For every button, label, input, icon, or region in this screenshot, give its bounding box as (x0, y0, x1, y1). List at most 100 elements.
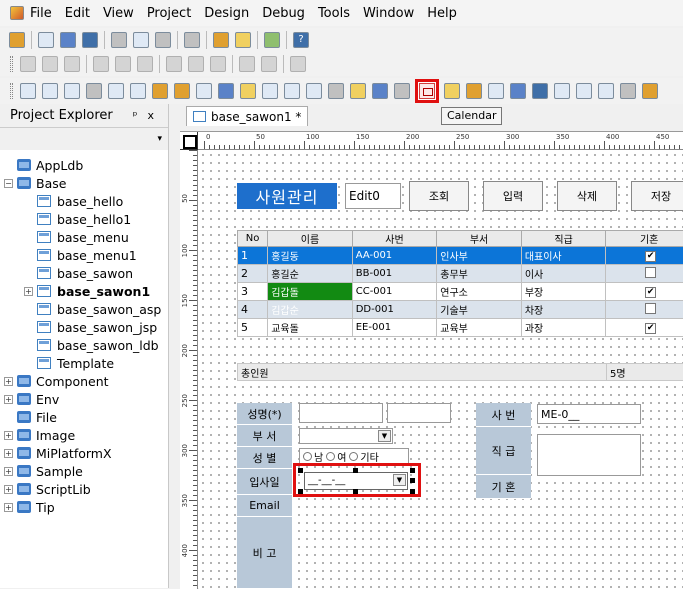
pin-icon[interactable]: ᵖ (133, 109, 138, 122)
cell-name[interactable]: 홍길동 (268, 247, 353, 265)
save-all-icon[interactable] (82, 32, 98, 48)
list-icon[interactable] (262, 83, 278, 99)
align-middle-icon[interactable] (115, 56, 131, 72)
cell-dept[interactable]: 교육부 (437, 319, 522, 337)
expand-icon[interactable]: + (4, 377, 13, 386)
chevron-down-icon[interactable]: ▼ (378, 430, 391, 442)
menu-debug[interactable]: Debug (262, 6, 305, 21)
collapse-icon[interactable]: − (4, 179, 13, 188)
image-icon[interactable] (152, 83, 168, 99)
mask-edit-icon[interactable] (64, 83, 80, 99)
married-checkbox[interactable] (645, 303, 656, 314)
resize-handle[interactable] (410, 478, 415, 483)
shape-icon[interactable] (86, 83, 102, 99)
tab-base-sawon1[interactable]: base_sawon1 * (186, 106, 308, 126)
tree-item[interactable]: base_sawon_ldb (0, 336, 168, 354)
cell-rank[interactable]: 차장 (521, 301, 606, 319)
resize-handle[interactable] (298, 468, 303, 473)
emp-no-input[interactable]: ME-0__ (537, 404, 641, 424)
tree-item[interactable]: +base_sawon1 (0, 282, 168, 300)
cell-id[interactable]: BB-001 (352, 265, 437, 283)
married-checkbox[interactable]: ✔ (645, 287, 656, 298)
table-row[interactable]: 1홍길동AA-001인사부대표이사✔ (238, 247, 683, 265)
tools-icon[interactable] (264, 32, 280, 48)
new-file-icon[interactable] (38, 32, 54, 48)
table-row[interactable]: 2홍길순BB-001총무부이사 (238, 265, 683, 283)
cell-no[interactable]: 2 (238, 265, 268, 283)
align-right-icon[interactable] (64, 56, 80, 72)
dept-combo[interactable]: ▼ (299, 428, 393, 444)
run-icon[interactable] (213, 32, 229, 48)
cell-rank[interactable]: 과장 (521, 319, 606, 337)
cell-dept[interactable]: 인사부 (437, 247, 522, 265)
cell-id[interactable]: AA-001 (352, 247, 437, 265)
expand-icon[interactable]: + (4, 395, 13, 404)
table-row[interactable]: 5교육돌EE-001교육부과장✔ (238, 319, 683, 337)
radio-female[interactable] (326, 452, 335, 461)
radio-icon[interactable] (284, 83, 300, 99)
tree-item[interactable]: +Sample (0, 462, 168, 480)
menu-view[interactable]: View (103, 6, 134, 21)
name-input-2[interactable] (387, 403, 451, 423)
menu-design[interactable]: Design (204, 6, 249, 21)
treeview-icon[interactable] (466, 83, 482, 99)
header-no[interactable]: No (238, 231, 268, 247)
tree-item[interactable]: +MiPlatformX (0, 444, 168, 462)
cell-dept[interactable]: 연구소 (437, 283, 522, 301)
paint-icon[interactable] (620, 83, 636, 99)
tree-item[interactable]: AppLdb (0, 156, 168, 174)
search-button[interactable]: 조회 (409, 181, 469, 211)
toolbar-grip[interactable] (10, 83, 13, 99)
combo-icon[interactable] (306, 83, 322, 99)
join-date-calendar[interactable]: __-__-__ ▼ (304, 472, 408, 490)
radio-other[interactable] (349, 452, 358, 461)
cell-rank[interactable]: 대표이사 (521, 247, 606, 265)
expand-icon[interactable]: + (4, 467, 13, 476)
vertical-spacing-icon[interactable] (261, 56, 277, 72)
header-name[interactable]: 이름 (268, 231, 353, 247)
married-checkbox[interactable] (645, 267, 656, 278)
employee-grid[interactable]: No 이름 사번 부서 직급 기혼 1홍길동AA-001인사부대표이사✔2홍길순… (237, 230, 683, 337)
cell-id[interactable]: DD-001 (352, 301, 437, 319)
print-icon[interactable] (184, 32, 200, 48)
resize-handle[interactable] (353, 468, 358, 473)
web-browser-icon[interactable] (532, 83, 548, 99)
header-married[interactable]: 기혼 (606, 231, 683, 247)
cell-name[interactable]: 김갑돌 (268, 283, 353, 301)
cell-no[interactable]: 5 (238, 319, 268, 337)
tree-item[interactable]: base_menu1 (0, 246, 168, 264)
married-checkbox[interactable]: ✔ (645, 323, 656, 334)
menu-window[interactable]: Window (363, 6, 414, 21)
cell-married[interactable] (606, 265, 683, 283)
stamp-icon[interactable] (642, 83, 658, 99)
table-icon[interactable] (576, 83, 592, 99)
cell-no[interactable]: 4 (238, 301, 268, 319)
tree-item[interactable]: base_menu (0, 228, 168, 246)
align-bottom-icon[interactable] (137, 56, 153, 72)
cell-no[interactable]: 3 (238, 283, 268, 301)
expand-icon[interactable]: + (4, 431, 13, 440)
edit-icon[interactable] (218, 83, 234, 99)
select-corner-icon[interactable] (180, 132, 198, 150)
cell-married[interactable] (606, 301, 683, 319)
open-icon[interactable] (60, 32, 76, 48)
tree-item[interactable]: +ScriptLib (0, 480, 168, 498)
grid-icon[interactable] (372, 83, 388, 99)
help-icon[interactable]: ? (293, 32, 309, 48)
menu-tools[interactable]: Tools (318, 6, 350, 21)
radio-male[interactable] (303, 452, 312, 461)
rank-input[interactable] (537, 434, 641, 476)
tab-icon[interactable] (350, 83, 366, 99)
cell-id[interactable]: EE-001 (352, 319, 437, 337)
pin-icon[interactable] (290, 56, 306, 72)
menu-help[interactable]: Help (427, 6, 457, 21)
progress-icon[interactable] (394, 83, 410, 99)
cell-rank[interactable]: 이사 (521, 265, 606, 283)
cell-dept[interactable]: 기술부 (437, 301, 522, 319)
tree-item[interactable]: base_hello (0, 192, 168, 210)
cell-no[interactable]: 1 (238, 247, 268, 265)
design-grid[interactable]: 사원관리 Edit0 조회 입력 삭제 저장 No 이름 사번 부서 직급 기혼… (199, 151, 683, 589)
checkbox-icon[interactable] (196, 83, 212, 99)
spin-icon[interactable] (328, 83, 344, 99)
align-top-icon[interactable] (93, 56, 109, 72)
